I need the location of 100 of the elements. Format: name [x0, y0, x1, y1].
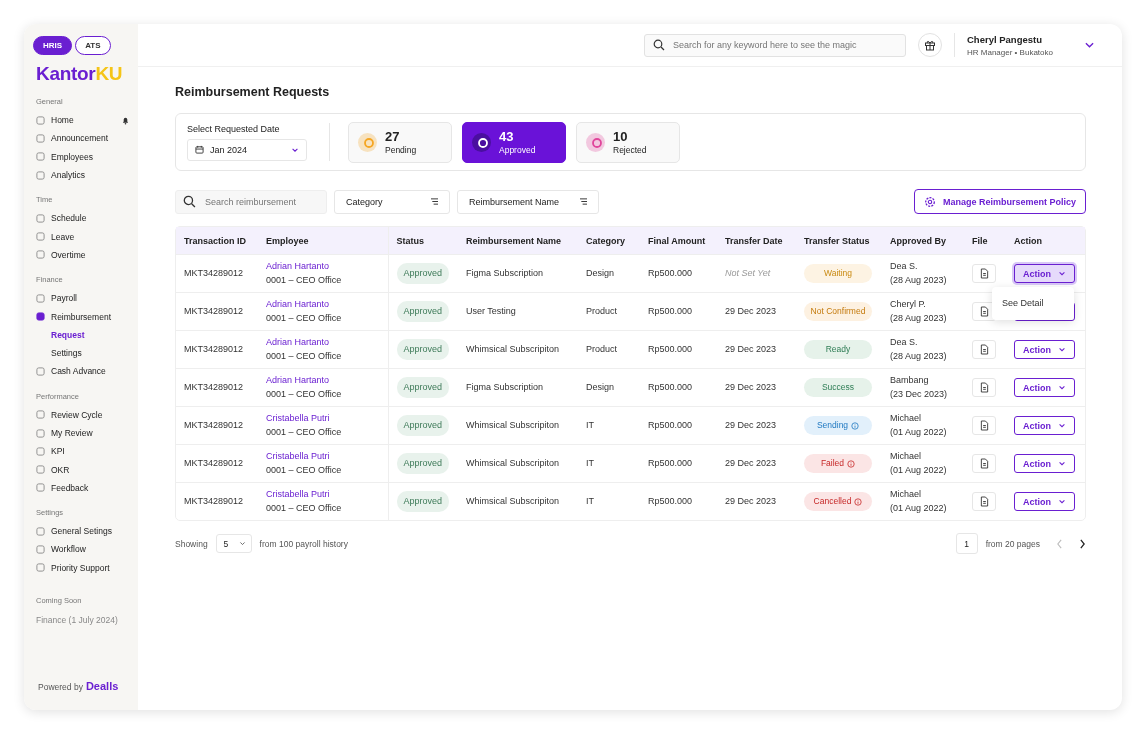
column-header: Approved By [882, 227, 964, 255]
action-dropdown-button[interactable]: Action [1014, 264, 1075, 283]
transfer-status-badge: Sending [804, 416, 872, 435]
reimbursement-name: Whimsical Subscripiton [458, 482, 578, 520]
nav-item[interactable]: Reimbursement [33, 307, 138, 326]
nav-item[interactable]: Payroll [33, 289, 138, 308]
action-dropdown-button[interactable]: Action [1014, 416, 1075, 435]
transfer-date: 29 Dec 2023 [717, 292, 796, 331]
action-dropdown-button[interactable]: Action [1014, 340, 1075, 359]
chevron-down-icon [1058, 461, 1066, 466]
manage-policy-button[interactable]: Manage Reimbursement Policy [913, 189, 1086, 214]
employee-link[interactable]: Adrian Hartanto [266, 336, 380, 350]
file-button[interactable] [972, 378, 996, 397]
page-number-field[interactable]: 1 [955, 533, 978, 554]
employee-link[interactable]: Adrian Hartanto [266, 374, 380, 388]
nav-item[interactable]: Workflow [33, 540, 138, 559]
document-icon [979, 458, 989, 469]
nav-item[interactable]: My Review [33, 423, 138, 443]
nav-item[interactable]: Cash Advance [33, 362, 138, 381]
date-filter-label: Select Requested Date [187, 123, 281, 134]
transaction-id: MKT34289012 [176, 254, 258, 293]
employee-link[interactable]: Cristabella Putri [266, 450, 380, 464]
nav-subitem[interactable]: Request [33, 325, 138, 344]
approver-name: Michael [890, 488, 922, 502]
app-switch-tab[interactable]: ATS [75, 36, 111, 55]
status-icon-background [586, 132, 605, 152]
transfer-status-badge: Success [804, 378, 872, 397]
nav-item[interactable]: Schedule [33, 209, 138, 228]
approver-name: Michael [890, 412, 922, 426]
reimbursement-name: Whimsical Subscripiton [458, 330, 578, 369]
nav-item[interactable]: General Setings [33, 522, 138, 541]
status-summary-card[interactable]: 10 Rejected [576, 121, 680, 163]
filter-icon [579, 198, 589, 205]
action-dropdown-button[interactable]: Action [1014, 492, 1075, 511]
transfer-date: 29 Dec 2023 [717, 482, 796, 520]
nav-item[interactable]: Analytics [33, 165, 138, 185]
employee-department: 0001 – CEO Office [266, 501, 343, 515]
chevron-down-icon [1058, 385, 1066, 390]
file-button[interactable] [972, 264, 996, 283]
approval-date: (28 Aug 2023) [890, 349, 948, 363]
chevron-down-icon [1058, 423, 1066, 428]
column-header: Reimbursement Name [458, 227, 578, 255]
nav-item[interactable]: Home [33, 111, 138, 130]
nav-item[interactable]: Employees [33, 147, 138, 166]
nav-item[interactable]: Leave [33, 227, 138, 246]
nav-item[interactable]: Overtime [33, 245, 138, 265]
nav-item[interactable]: KPI [33, 442, 138, 461]
total-label: from 100 payroll history [259, 538, 348, 549]
document-icon [979, 420, 989, 431]
nav-item[interactable]: Priority Support [33, 558, 138, 577]
file-button[interactable] [972, 416, 996, 435]
employee-link[interactable]: Adrian Hartanto [266, 260, 380, 274]
action-dropdown-button[interactable]: Action [1014, 454, 1075, 473]
category: Product [578, 292, 640, 331]
nav-item[interactable]: OKR [33, 460, 138, 479]
menu-item[interactable]: See Detail [992, 293, 1074, 315]
employee-link[interactable]: Cristabella Putri [266, 488, 380, 502]
next-page-icon[interactable] [1079, 538, 1086, 549]
approval-date: (01 Aug 2022) [890, 463, 948, 477]
reimbursement-name: Figma Subscription [458, 368, 578, 407]
filter-icon [430, 198, 439, 205]
action-dropdown-button[interactable]: Action [1014, 378, 1075, 397]
nav-subitem[interactable]: Settings [33, 343, 138, 363]
category: Design [578, 368, 640, 407]
search-field[interactable]: Search for any keyword here to see the magic [644, 33, 906, 57]
gift-icon [924, 39, 936, 51]
nav-item[interactable]: Feedback [33, 478, 138, 498]
filter-dropdown[interactable]: Reimbursement Name [457, 189, 600, 214]
chevron-down-icon [1058, 499, 1066, 504]
status-badge: Approved [396, 300, 450, 322]
employee-link[interactable]: Cristabella Putri [266, 412, 380, 426]
transfer-date: 29 Dec 2023 [717, 330, 796, 369]
category: Product [578, 330, 640, 369]
approval-date: (28 Aug 2023) [890, 273, 948, 287]
page-size-dropdown[interactable]: 5 [215, 534, 252, 553]
employee-link[interactable]: Adrian Hartanto [266, 298, 380, 312]
approver-name: Michael [890, 450, 922, 464]
final-amount: Rp500.000 [640, 330, 717, 369]
document-icon [979, 382, 989, 393]
status-summary-card[interactable]: 43 Approved [462, 121, 566, 163]
nav-item[interactable]: Review Cycle [33, 405, 138, 424]
filter-dropdown[interactable]: Category [334, 189, 450, 214]
date-dropdown[interactable]: Jan 2024 [187, 138, 307, 161]
status-summary-card[interactable]: 27 Pending [348, 121, 452, 163]
search-field[interactable]: Search reimbursement [175, 189, 327, 214]
approver-name: Cheryl P. [890, 298, 927, 312]
file-button[interactable] [972, 340, 996, 359]
status-badge: Approved [396, 376, 450, 398]
transfer-date: 29 Dec 2023 [717, 444, 796, 483]
approval-date: (01 Aug 2022) [890, 425, 948, 439]
nav-item[interactable]: Announcement [33, 129, 138, 148]
transaction-id: MKT34289012 [176, 330, 258, 369]
file-button[interactable] [972, 454, 996, 473]
final-amount: Rp500.000 [640, 292, 717, 331]
final-amount: Rp500.000 [640, 482, 717, 520]
chevron-down-icon[interactable] [1085, 42, 1094, 48]
app-switch-tab[interactable]: HRIS [33, 36, 73, 55]
gift-button[interactable] [918, 33, 942, 57]
file-button[interactable] [972, 492, 996, 511]
search-icon [183, 195, 196, 208]
